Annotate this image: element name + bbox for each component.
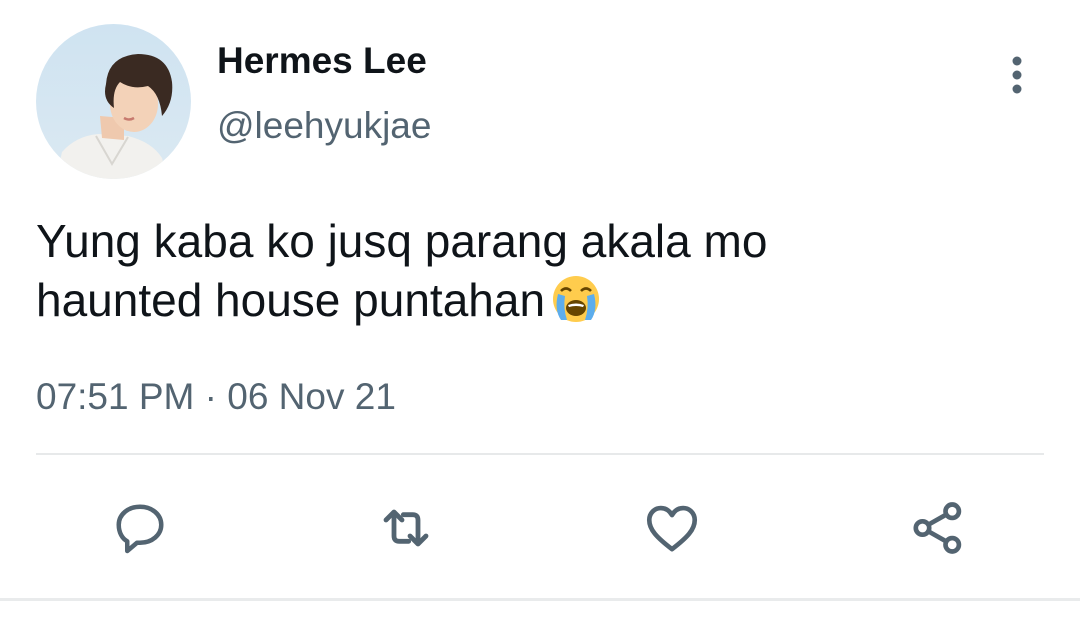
heart-icon — [646, 505, 698, 552]
tweet-text-line: Yung kaba ko jusq parang akala mo — [36, 215, 768, 267]
author-display-name[interactable]: Hermes Lee — [217, 40, 427, 82]
tweet-timestamp[interactable]: 07:51 PM · 06 Nov 21 — [36, 376, 396, 418]
more-vertical-icon — [1012, 56, 1022, 94]
bottom-divider — [0, 598, 1080, 601]
reply-button[interactable] — [108, 496, 172, 560]
more-options-button[interactable] — [995, 52, 1039, 98]
retweet-icon — [383, 509, 429, 547]
tweet-text-segment: haunted house puntahan — [36, 274, 546, 326]
author-handle[interactable]: @leehyukjae — [217, 105, 431, 147]
like-button[interactable] — [640, 496, 704, 560]
avatar-image — [36, 24, 191, 179]
tweet-text: Yung kaba ko jusq parang akala mo haunte… — [36, 212, 1046, 340]
retweet-button[interactable] — [374, 496, 438, 560]
comment-icon — [116, 504, 164, 554]
avatar[interactable] — [36, 24, 191, 179]
loudly-crying-face-emoji-icon — [549, 272, 603, 340]
share-button[interactable] — [906, 496, 970, 560]
divider — [36, 453, 1044, 455]
share-icon — [913, 502, 962, 554]
tweet-text-line: haunted house puntahan — [36, 271, 1046, 340]
